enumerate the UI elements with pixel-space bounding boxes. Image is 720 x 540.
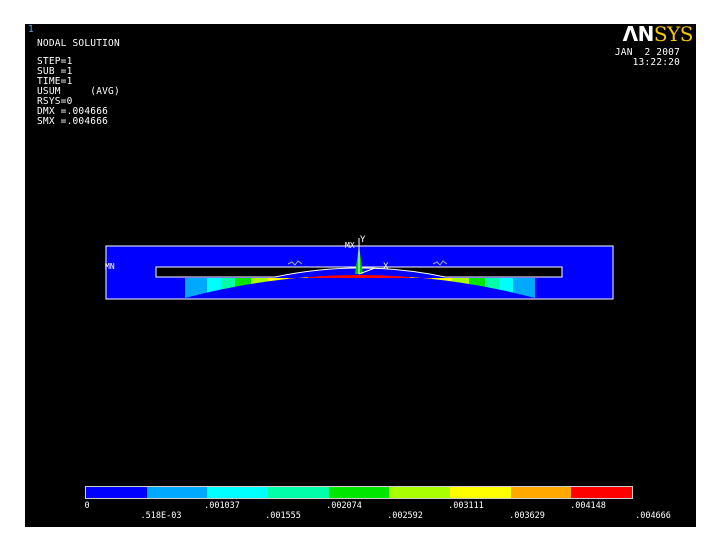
legend-swatch-4 [268, 487, 329, 498]
legend-label-1: .518E-03 [140, 511, 182, 521]
legend-label-7: .003629 [509, 511, 545, 521]
legend-label-2: .001037 [204, 501, 240, 511]
legend-label-4: .002074 [326, 501, 362, 511]
y-axis-label: Y [360, 235, 366, 245]
deformed-model-plot: MX Y X MN [105, 235, 614, 300]
x-axis-label: X [383, 262, 389, 272]
mx-label: MX [345, 241, 355, 250]
legend-label-3: .001555 [265, 511, 301, 521]
mn-label: MN [105, 262, 115, 271]
legend-label-6: .003111 [448, 501, 484, 511]
legend-swatch-5 [328, 487, 390, 498]
legend-swatch-6 [389, 487, 451, 498]
legend-swatch-7 [450, 487, 511, 498]
graphics-window[interactable]: 1 NODAL SOLUTION STEP=1 SUB =1 TIME=1 US… [25, 24, 696, 527]
legend-label-0: 0 [84, 501, 90, 511]
legend-swatch-1 [86, 487, 147, 498]
legend-swatch-9 [571, 487, 633, 498]
legend-swatch-3 [207, 487, 269, 498]
legend-label-9: .004666 [635, 511, 671, 521]
legend-swatch-8 [510, 487, 572, 498]
legend-label-8: .004148 [570, 501, 606, 511]
legend-swatch-2 [146, 487, 208, 498]
legend-label-5: .002592 [387, 511, 423, 521]
contour-legend-bar [85, 486, 633, 499]
